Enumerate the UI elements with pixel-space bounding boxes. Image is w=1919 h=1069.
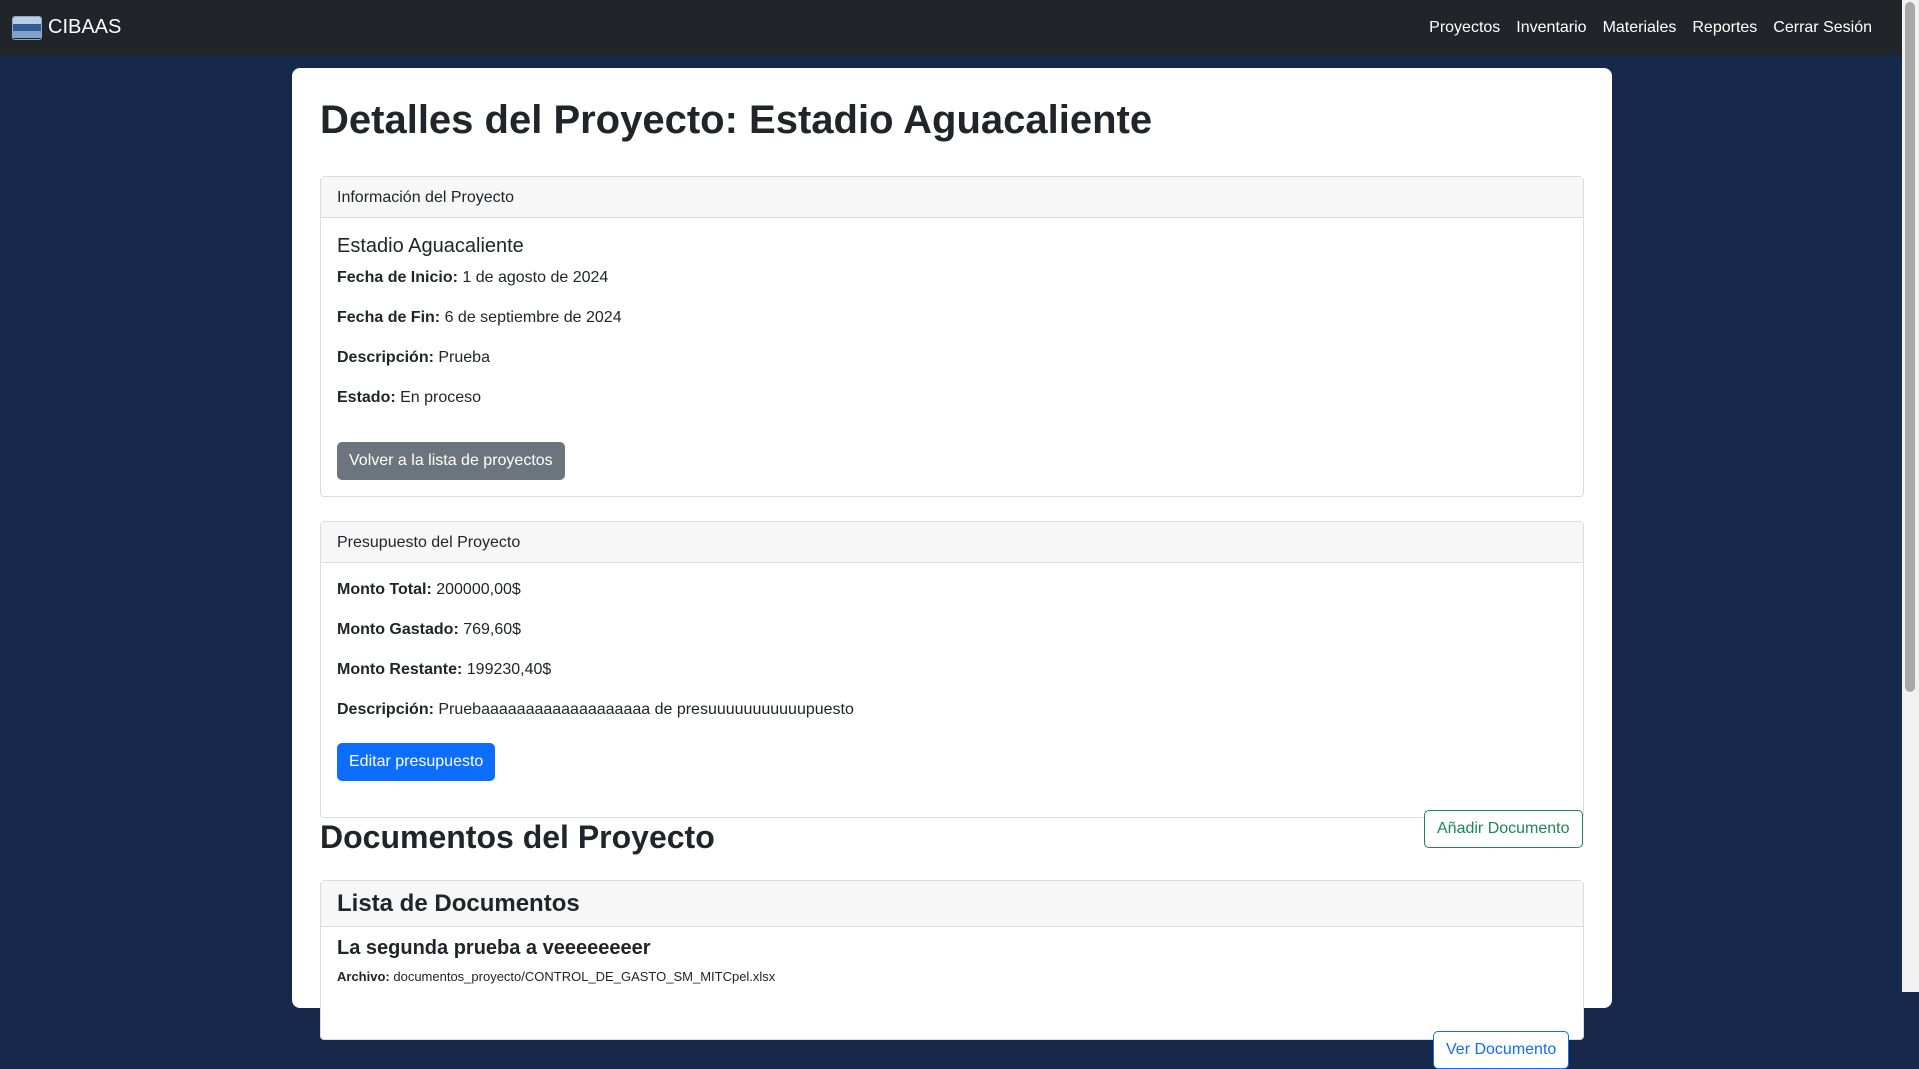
remaining-amount-field: Monto Restante: 199230,40$ [337, 661, 551, 679]
spent-amount-label: Monto Gastado: [337, 621, 459, 638]
start-date-label: Fecha de Inicio: [337, 269, 458, 286]
documents-list-header: Lista de Documentos [321, 881, 1583, 927]
total-amount-field: Monto Total: 200000,00$ [337, 581, 521, 599]
nav-link-proyectos[interactable]: Proyectos [1421, 19, 1508, 37]
document-file-label: Archivo: [337, 969, 390, 984]
status-field: Estado: En proceso [337, 389, 481, 407]
remaining-amount-value: 199230,40$ [466, 661, 552, 678]
budget-description-label: Descripción: [337, 701, 434, 718]
page-title: Detalles del Proyecto: Estadio Aguacalie… [320, 98, 1153, 142]
description-label: Descripción: [337, 349, 434, 366]
start-date-value: 1 de agosto de 2024 [462, 269, 609, 286]
brand-logo-icon [12, 15, 42, 40]
documents-list-card: Lista de Documentos La segunda prueba a … [320, 880, 1584, 1069]
budget-card: Presupuesto del Proyecto Monto Total: 20… [320, 521, 1584, 818]
end-date-field: Fecha de Fin: 6 de septiembre de 2024 [337, 309, 622, 327]
scrollbar-thumb[interactable] [1905, 2, 1915, 692]
nav-link-materiales[interactable]: Materiales [1595, 19, 1685, 37]
project-name: Estadio Aguacaliente [337, 235, 524, 257]
nav-link-cerrar-sesion[interactable]: Cerrar Sesión [1765, 19, 1880, 37]
document-title: La segunda prueba a veeeeeeeer [337, 937, 651, 959]
edit-budget-button[interactable]: Editar presupuesto [337, 743, 496, 781]
top-navbar: CIBAAS Proyectos Inventario Materiales R… [0, 0, 1902, 55]
budget-header: Presupuesto del Proyecto [321, 522, 1583, 563]
description-field: Descripción: Prueba [337, 349, 490, 367]
end-date-value: 6 de septiembre de 2024 [444, 309, 622, 326]
budget-description-field: Descripción: Pruebaaaaaaaaaaaaaaaaaaa de… [337, 701, 854, 719]
spent-amount-value: 769,60$ [463, 621, 522, 638]
total-amount-label: Monto Total: [337, 581, 432, 598]
status-label: Estado: [337, 389, 396, 406]
nav-link-reportes[interactable]: Reportes [1684, 19, 1765, 37]
project-info-card: Información del Proyecto Estadio Aguacal… [320, 176, 1584, 497]
project-info-header: Información del Proyecto [321, 177, 1583, 218]
document-file-field: Archivo: documentos_proyecto/CONTROL_DE_… [337, 969, 775, 984]
documents-title: Documentos del Proyecto [320, 819, 715, 855]
main-container: Detalles del Proyecto: Estadio Aguacalie… [292, 68, 1612, 1069]
brand-link[interactable]: CIBAAS [12, 15, 122, 40]
view-document-button[interactable]: Ver Documento [1433, 1031, 1570, 1069]
back-to-projects-button[interactable]: Volver a la lista de proyectos [337, 442, 565, 480]
nav-links: Proyectos Inventario Materiales Reportes… [1421, 19, 1880, 37]
add-document-button[interactable]: Añadir Documento [1424, 810, 1583, 848]
brand-name: CIBAAS [48, 16, 122, 38]
description-value: Prueba [438, 349, 490, 366]
end-date-label: Fecha de Fin: [337, 309, 441, 326]
budget-description-value: Pruebaaaaaaaaaaaaaaaaaaa de presuuuuuuuu… [438, 701, 854, 718]
page-scrollbar[interactable] [1902, 0, 1919, 992]
nav-link-inventario[interactable]: Inventario [1508, 19, 1594, 37]
status-value: En proceso [400, 389, 482, 406]
document-file-value: documentos_proyecto/CONTROL_DE_GASTO_SM_… [393, 969, 776, 984]
start-date-field: Fecha de Inicio: 1 de agosto de 2024 [337, 269, 608, 287]
total-amount-value: 200000,00$ [436, 581, 521, 598]
remaining-amount-label: Monto Restante: [337, 661, 463, 678]
spent-amount-field: Monto Gastado: 769,60$ [337, 621, 521, 639]
